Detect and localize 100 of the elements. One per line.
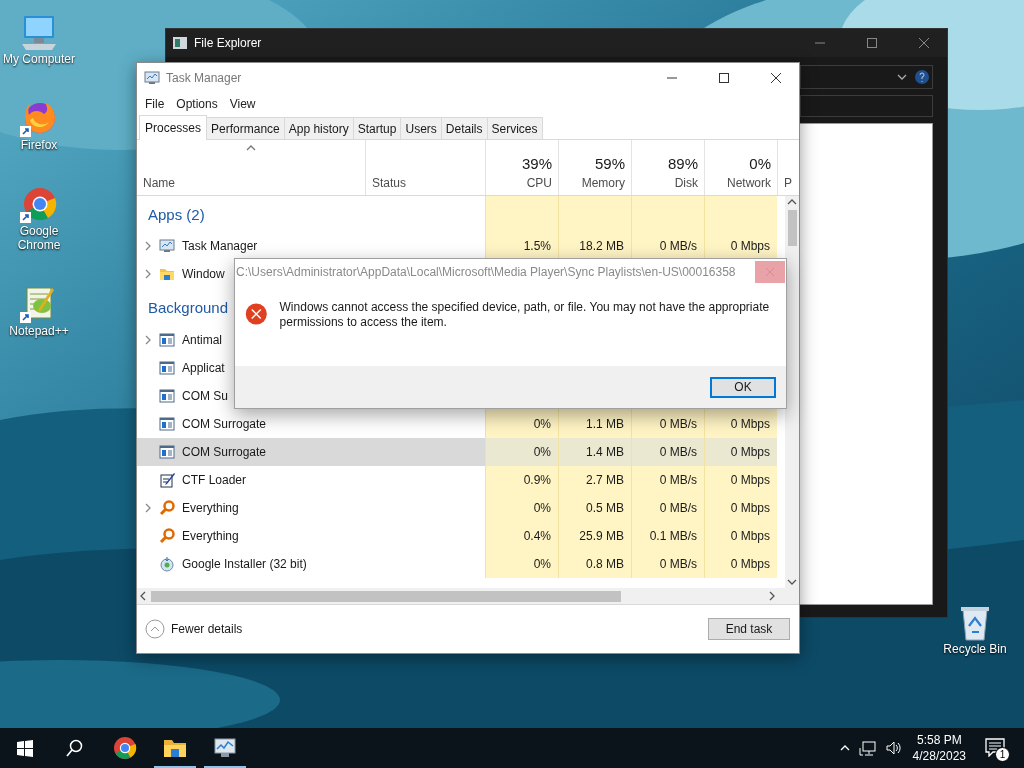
table-cell: 0 Mbps xyxy=(704,466,777,494)
tab[interactable]: Startup xyxy=(352,117,402,139)
table-cell: 0 Mbps xyxy=(704,522,777,550)
table-cell: 0 Mbps xyxy=(704,550,777,578)
scrollbar-thumb[interactable] xyxy=(787,210,797,246)
circle-logo-icon[interactable] xyxy=(113,736,137,760)
window-title: File Explorer xyxy=(194,36,263,50)
process-name: COM Surrogate xyxy=(182,417,267,431)
window-icon xyxy=(159,360,175,376)
process-row[interactable]: Everything 0% 0.5 MB 0 MB/s 0 Mbps xyxy=(137,494,777,522)
clock-date[interactable]: 4/28/2023 xyxy=(912,748,966,764)
desktop-shortcut[interactable]: Recycle Bin xyxy=(936,600,1014,658)
explorer-window-icon xyxy=(172,35,188,51)
column-total: 59% xyxy=(594,155,625,172)
tab[interactable]: Users xyxy=(400,117,442,139)
table-cell: 25.9 MB xyxy=(558,522,631,550)
table-cell: 0% xyxy=(485,550,558,578)
monitor-chart-icon xyxy=(144,70,160,86)
window-title: Task Manager xyxy=(166,71,243,85)
notification-icon[interactable] xyxy=(984,737,1006,757)
address-field[interactable] xyxy=(800,65,933,89)
table-cell: 18.2 MB xyxy=(558,232,631,260)
menu-item[interactable]: File xyxy=(139,97,171,111)
clock-time[interactable]: 5:58 PM xyxy=(916,732,962,748)
volume-icon[interactable] xyxy=(884,740,901,756)
process-name: Antimal xyxy=(182,333,222,347)
monitor-chart-icon[interactable] xyxy=(213,736,237,760)
tab[interactable]: App history xyxy=(283,117,354,139)
network-icon[interactable] xyxy=(858,740,877,756)
process-name: Everything xyxy=(182,501,239,515)
collapse-circle-icon[interactable] xyxy=(145,619,165,639)
process-row[interactable]: Google Installer (32 bit) 0% 0.8 MB 0 MB/s 0 Mbps xyxy=(137,550,777,578)
column-total: 0% xyxy=(749,155,771,172)
column-header[interactable]: Disk xyxy=(674,176,698,190)
help-icon[interactable] xyxy=(914,69,930,85)
table-cell: 1.1 MB xyxy=(558,410,631,438)
start-icon[interactable] xyxy=(16,738,34,758)
table-cell: 1.5% xyxy=(485,232,558,260)
process-name: Task Manager xyxy=(182,239,258,253)
column-header[interactable]: Name xyxy=(143,176,359,190)
horizontal-scrollbar[interactable] xyxy=(137,588,799,604)
table-cell: 0% xyxy=(485,494,558,522)
table-cell: 0.1 MB/s xyxy=(631,522,704,550)
menu-item[interactable]: View xyxy=(223,97,262,111)
process-name: Everything xyxy=(182,529,239,543)
table-cell: 0 Mbps xyxy=(704,438,777,466)
fewer-details-link[interactable]: Fewer details xyxy=(171,622,243,636)
magnifier-icon xyxy=(159,528,175,544)
table-cell: 0.9% xyxy=(485,466,558,494)
table-cell: 0 MB/s xyxy=(631,438,704,466)
table-cell: 0 MB/s xyxy=(631,232,704,260)
process-row[interactable]: COM Surrogate 0% 1.1 MB 0 MB/s 0 Mbps xyxy=(137,410,777,438)
table-cell: 0 MB/s xyxy=(631,550,704,578)
process-row[interactable]: COM Surrogate 0% 1.4 MB 0 MB/s 0 Mbps xyxy=(137,438,777,466)
pen-paper-icon xyxy=(159,472,175,488)
close-icon[interactable] xyxy=(768,72,784,84)
folder-icon xyxy=(159,266,175,282)
process-name: COM Su xyxy=(182,389,228,403)
column-header[interactable]: Status xyxy=(372,176,479,190)
column-header[interactable]: CPU xyxy=(526,176,552,190)
column-header[interactable]: P xyxy=(784,176,795,190)
window-icon xyxy=(159,332,175,348)
table-cell: 0% xyxy=(485,438,558,466)
table-cell: 2.7 MB xyxy=(558,466,631,494)
window-icon xyxy=(159,388,175,404)
search-icon[interactable] xyxy=(66,739,84,757)
error-message: Windows cannot access the specified device, path, or file. You may not have the appropriate permissions to access the item. xyxy=(279,299,771,330)
disc-icon xyxy=(159,556,175,572)
tab[interactable]: Performance xyxy=(206,117,285,139)
process-name: Applicat xyxy=(182,361,225,375)
process-row[interactable]: CTF Loader 0.9% 2.7 MB 0 MB/s 0 Mbps xyxy=(137,466,777,494)
tab[interactable]: Details xyxy=(440,117,488,139)
maximize-icon[interactable] xyxy=(716,72,732,84)
table-cell: 0 MB/s xyxy=(631,410,704,438)
vertical-scrollbar[interactable] xyxy=(785,196,799,588)
window-icon xyxy=(159,444,175,460)
scrollbar-thumb[interactable] xyxy=(151,590,621,602)
monitor-chart-icon xyxy=(159,238,175,254)
ok-button[interactable]: OK xyxy=(710,376,776,398)
column-header[interactable]: Network xyxy=(727,176,771,190)
dialog-title: C:\Users\Administrator\AppData\Local\Microsoft\Media Player\Sync Playlists\en-US\00016358 xyxy=(236,265,737,279)
column-header[interactable]: Memory xyxy=(581,176,625,190)
table-cell: 1.4 MB xyxy=(558,438,631,466)
process-row[interactable]: Everything 0.4% 25.9 MB 0.1 MB/s 0 Mbps xyxy=(137,522,777,550)
desktop-shortcut[interactable]: Notepad++ xyxy=(0,282,78,340)
tab[interactable]: Services xyxy=(486,117,543,139)
table-cell: 0.5 MB xyxy=(558,494,631,522)
process-name: COM Surrogate xyxy=(182,445,267,459)
group-heading: Background xyxy=(147,298,229,316)
menu-item[interactable]: Options xyxy=(170,97,224,111)
search-field[interactable] xyxy=(800,95,933,117)
end-task-button[interactable]: End task xyxy=(708,618,790,640)
magnifier-icon xyxy=(159,500,175,516)
group-heading: Apps (2) xyxy=(147,205,205,223)
table-cell: 0.8 MB xyxy=(558,550,631,578)
process-name: Window xyxy=(182,267,225,281)
column-total: 39% xyxy=(521,155,552,172)
table-cell: 0 MB/s xyxy=(631,494,704,522)
tab[interactable]: Processes xyxy=(139,115,208,140)
table-cell: 0 Mbps xyxy=(704,410,777,438)
